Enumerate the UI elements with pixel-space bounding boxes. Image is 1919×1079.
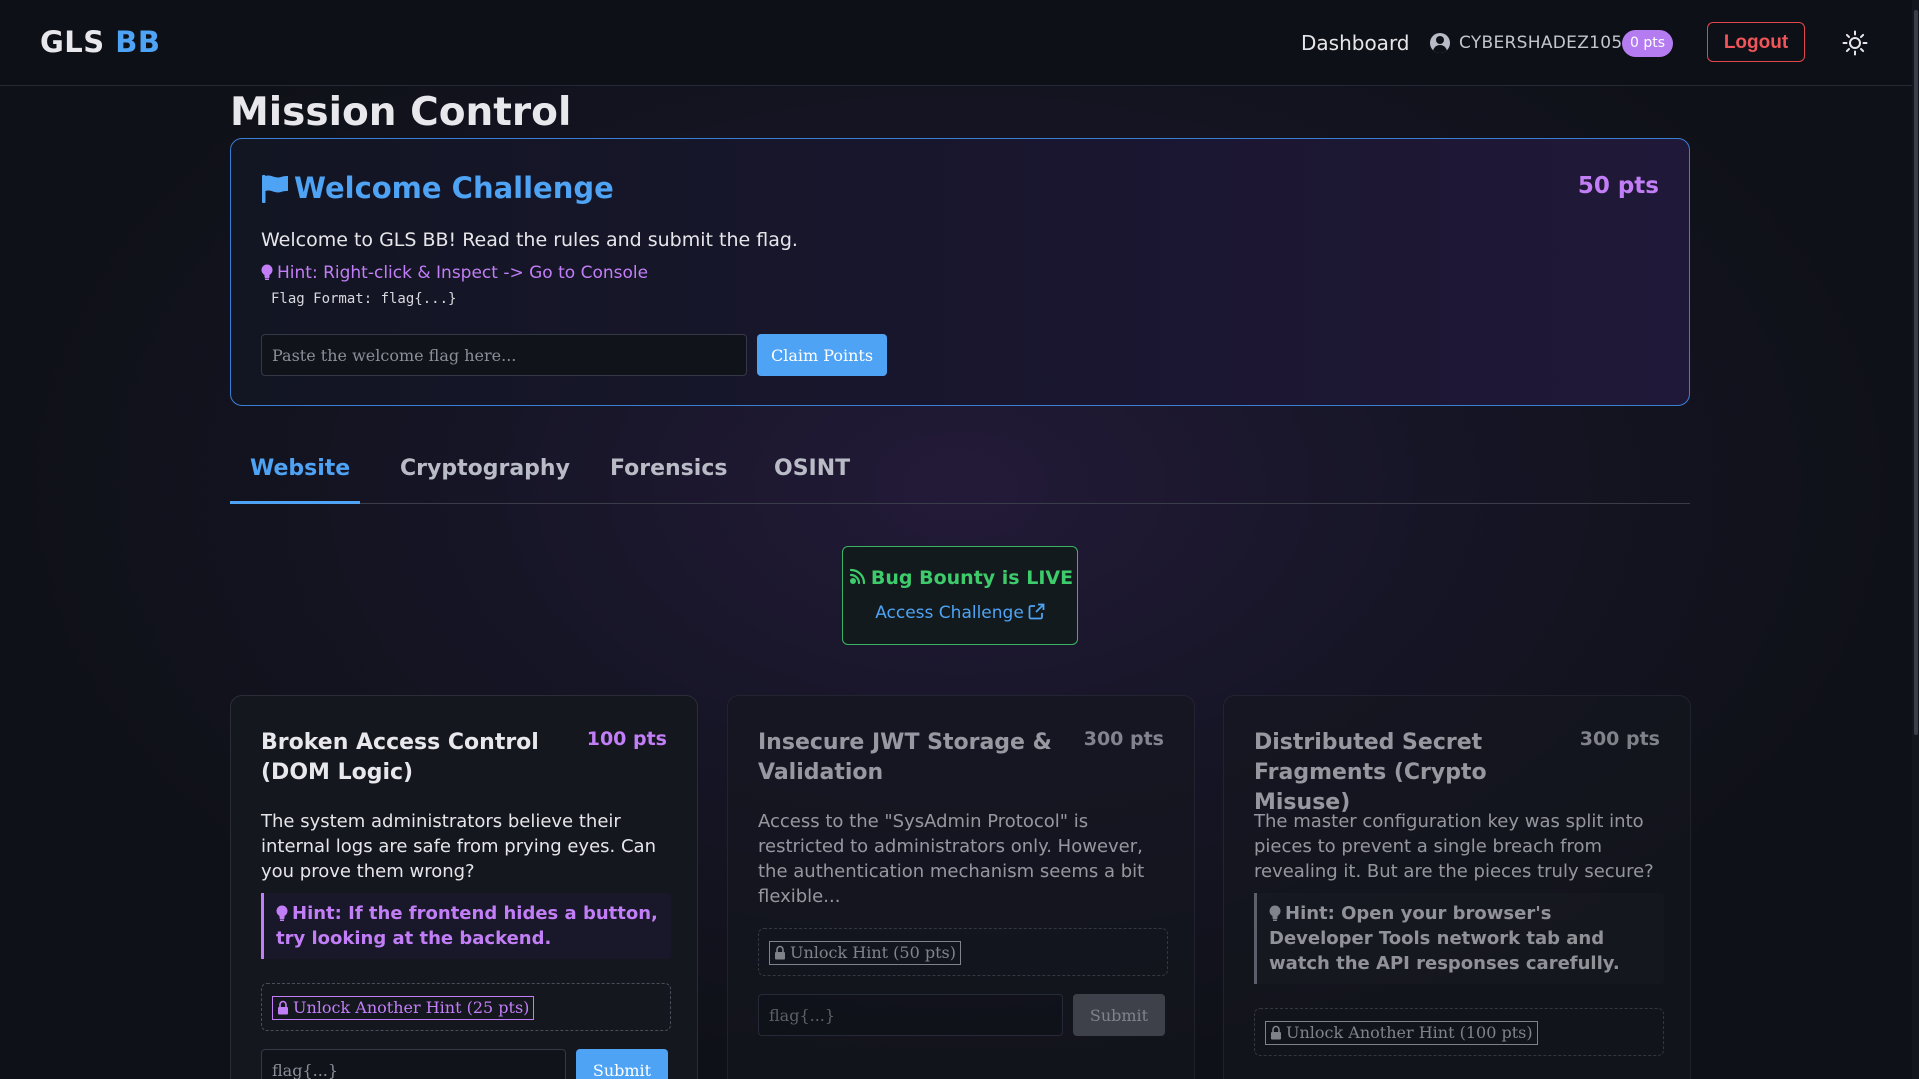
- lock-icon: [774, 944, 786, 960]
- submit-button[interactable]: Submit: [1073, 994, 1165, 1036]
- logout-button[interactable]: Logout: [1707, 22, 1805, 62]
- flag-input[interactable]: [758, 994, 1063, 1036]
- active-tab-indicator: [230, 501, 360, 504]
- challenge-title: Broken Access Control (DOM Logic): [261, 730, 539, 785]
- challenge-description: The master configuration key was split i…: [1254, 811, 1654, 882]
- user-circle-icon: [1430, 33, 1450, 53]
- challenge-card: Distributed Secret Fragments (Crypto Mis…: [1223, 695, 1691, 1079]
- welcome-title: Welcome Challenge: [294, 171, 614, 205]
- challenge-title: Insecure JWT Storage & Validation: [758, 730, 1052, 785]
- scrollbar-thumb[interactable]: [1914, 10, 1918, 735]
- brand-logo[interactable]: GLS BB: [40, 25, 161, 59]
- username: CYBERSHADEZ105: [1459, 33, 1623, 53]
- lightbulb-icon: [1269, 903, 1281, 921]
- challenge-description: Access to the "SysAdmin Protocol" is res…: [758, 811, 1145, 907]
- navbar: GLS BB Dashboard CYBERSHADEZ105 0 pts Lo…: [0, 0, 1919, 86]
- flag-icon: [261, 174, 289, 204]
- unlock-hint-button[interactable]: Unlock Another Hint (25 pts): [272, 996, 535, 1020]
- page-title: Mission Control: [230, 90, 572, 135]
- access-challenge-link[interactable]: Access Challenge: [843, 603, 1077, 623]
- challenge-points: 300 pts: [1083, 728, 1164, 750]
- challenge-hint: Hint: If the frontend hides a button, tr…: [261, 893, 671, 959]
- unlock-hint-label: Unlock Another Hint (100 pts): [1286, 1023, 1533, 1042]
- category-tabs: Website Cryptography Forensics OSINT: [230, 446, 1690, 504]
- welcome-description: Welcome to GLS BB! Read the rules and su…: [261, 229, 798, 251]
- points-badge: 0 pts: [1622, 30, 1674, 57]
- tab-osint[interactable]: OSINT: [774, 456, 850, 481]
- tab-website[interactable]: Website: [250, 456, 350, 481]
- challenge-points: 300 pts: [1579, 728, 1660, 750]
- external-link-icon: [1028, 603, 1045, 620]
- unlock-hint-button[interactable]: Unlock Another Hint (100 pts): [1265, 1021, 1538, 1045]
- welcome-challenge-card: Welcome Challenge 50 pts Welcome to GLS …: [230, 138, 1690, 406]
- sun-icon[interactable]: [1842, 30, 1868, 56]
- bug-bounty-banner: Bug Bounty is LIVE Access Challenge: [842, 546, 1078, 645]
- welcome-hint: Hint: Right-click & Inspect -> Go to Con…: [261, 263, 648, 283]
- tab-cryptography[interactable]: Cryptography: [400, 456, 570, 481]
- lightbulb-icon: [276, 903, 288, 921]
- challenge-title: Distributed Secret Fragments (Crypto Mis…: [1254, 730, 1487, 815]
- lightbulb-icon: [261, 264, 273, 280]
- challenge-points: 100 pts: [586, 728, 667, 750]
- welcome-hint-text: Hint: Right-click & Inspect -> Go to Con…: [277, 263, 649, 283]
- challenge-description: The system administrators believe their …: [261, 811, 656, 882]
- challenge-hint-text: Hint: If the frontend hides a button, tr…: [276, 903, 658, 949]
- brand-name: GLS: [40, 25, 105, 59]
- claim-points-button[interactable]: Claim Points: [757, 334, 887, 376]
- welcome-flag-input[interactable]: [261, 334, 747, 376]
- flag-format: Flag Format: flag{...}: [271, 291, 457, 307]
- challenge-card: Broken Access Control (DOM Logic) 100 pt…: [230, 695, 698, 1079]
- challenge-hint-text: Hint: Open your browser's Developer Tool…: [1269, 903, 1620, 974]
- unlock-hint-label: Unlock Hint (50 pts): [790, 943, 956, 962]
- submit-button[interactable]: Submit: [576, 1049, 668, 1079]
- unlock-hint-container: Unlock Another Hint (100 pts): [1254, 1008, 1664, 1056]
- unlock-hint-container: Unlock Hint (50 pts): [758, 928, 1168, 976]
- lock-icon: [1270, 1024, 1282, 1040]
- unlock-hint-label: Unlock Another Hint (25 pts): [293, 998, 530, 1017]
- tab-forensics[interactable]: Forensics: [610, 456, 727, 481]
- flag-input[interactable]: [261, 1049, 566, 1079]
- unlock-hint-container: Unlock Another Hint (25 pts): [261, 983, 671, 1031]
- bug-bounty-title-text: Bug Bounty is LIVE: [870, 567, 1074, 589]
- access-challenge-label: Access Challenge: [875, 603, 1024, 623]
- lock-icon: [277, 999, 289, 1015]
- bug-bounty-title: Bug Bounty is LIVE: [843, 567, 1077, 589]
- broadcast-icon: [847, 567, 867, 587]
- unlock-hint-button[interactable]: Unlock Hint (50 pts): [769, 941, 961, 965]
- brand-suffix: BB: [115, 25, 161, 59]
- challenge-card: Insecure JWT Storage & Validation 300 pt…: [727, 695, 1195, 1079]
- challenge-hint: Hint: Open your browser's Developer Tool…: [1254, 893, 1664, 984]
- welcome-points: 50 pts: [1577, 173, 1659, 199]
- nav-dashboard-link[interactable]: Dashboard: [1301, 31, 1410, 55]
